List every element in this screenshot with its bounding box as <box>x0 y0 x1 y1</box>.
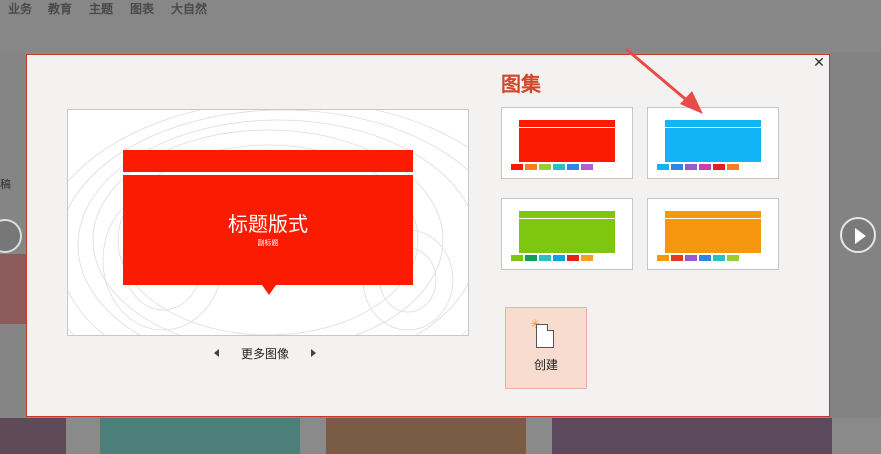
color-swatch <box>685 164 697 170</box>
color-swatch <box>525 255 537 261</box>
preview-callout-pointer <box>262 285 276 295</box>
color-swatch <box>511 164 523 170</box>
preview-subtitle: 副标题 <box>257 239 279 247</box>
template-preview: 标题版式 副标题 <box>67 109 469 336</box>
create-button[interactable]: ✳ 创建 <box>505 307 587 389</box>
bg-tab-nature: 大自然 <box>171 2 208 16</box>
more-images-label: 更多图像 <box>241 346 290 361</box>
bg-tab-charts: 图表 <box>130 2 155 16</box>
bg-tab-themes: 主题 <box>89 2 114 16</box>
color-swatch <box>567 255 579 261</box>
close-icon[interactable]: ✕ <box>812 56 826 70</box>
variant-banner-top <box>519 120 615 127</box>
variant-thumb-orange[interactable] <box>647 198 779 270</box>
color-swatch <box>685 255 697 261</box>
color-swatch <box>553 164 565 170</box>
color-swatch <box>511 255 523 261</box>
color-swatch <box>727 164 739 170</box>
color-swatch <box>713 255 725 261</box>
color-swatch <box>539 164 551 170</box>
color-swatch <box>567 164 579 170</box>
previous-image-icon[interactable] <box>214 349 219 357</box>
variant-thumb-blue[interactable] <box>647 107 779 179</box>
variant-banner-top <box>665 120 761 127</box>
preview-title: 标题版式 <box>228 212 308 236</box>
bg-tab-education: 教育 <box>48 2 73 16</box>
background-left-panel <box>0 52 27 454</box>
preview-banner-top <box>123 150 413 172</box>
color-swatch <box>727 255 739 261</box>
color-swatch <box>671 164 683 170</box>
variant-color-swatches <box>511 255 593 261</box>
color-swatch <box>713 164 725 170</box>
play-arrow-icon <box>855 228 866 244</box>
color-swatch <box>581 255 593 261</box>
variant-thumb-red[interactable] <box>501 107 633 179</box>
color-swatch <box>553 255 565 261</box>
color-swatch <box>581 164 593 170</box>
variant-banner-top <box>665 211 761 218</box>
bg-tab-business: 业务 <box>8 2 33 16</box>
more-images-row: 更多图像 <box>214 345 317 361</box>
variant-thumb-green[interactable] <box>501 198 633 270</box>
color-swatch <box>699 255 711 261</box>
background-template-thumb <box>100 418 300 454</box>
variant-banner <box>519 128 615 162</box>
variant-color-swatches <box>657 164 739 170</box>
background-left-text: 稿 <box>0 178 11 191</box>
variant-banner <box>665 219 761 253</box>
color-swatch <box>699 164 711 170</box>
create-label: 创建 <box>533 358 558 372</box>
background-template-thumb <box>0 418 66 454</box>
background-template-thumb <box>326 418 526 454</box>
variant-banner-top <box>519 211 615 218</box>
new-document-icon <box>536 324 554 348</box>
next-image-icon[interactable] <box>311 349 317 357</box>
color-swatch <box>671 255 683 261</box>
next-template-button[interactable] <box>840 217 876 253</box>
background-left-thumbnail <box>0 254 27 324</box>
template-dialog: ✕ 标题版式 副标题 更多图像 图集 ✳ <box>26 54 830 417</box>
variant-color-swatches <box>657 255 739 261</box>
color-swatch <box>525 164 537 170</box>
color-swatch <box>657 164 669 170</box>
variant-banner <box>665 128 761 162</box>
variant-banner <box>519 219 615 253</box>
color-swatch <box>657 255 669 261</box>
variant-color-swatches <box>511 164 593 170</box>
background-template-thumb <box>552 418 832 454</box>
gallery-title: 图集 <box>501 72 541 96</box>
color-swatch <box>539 255 551 261</box>
